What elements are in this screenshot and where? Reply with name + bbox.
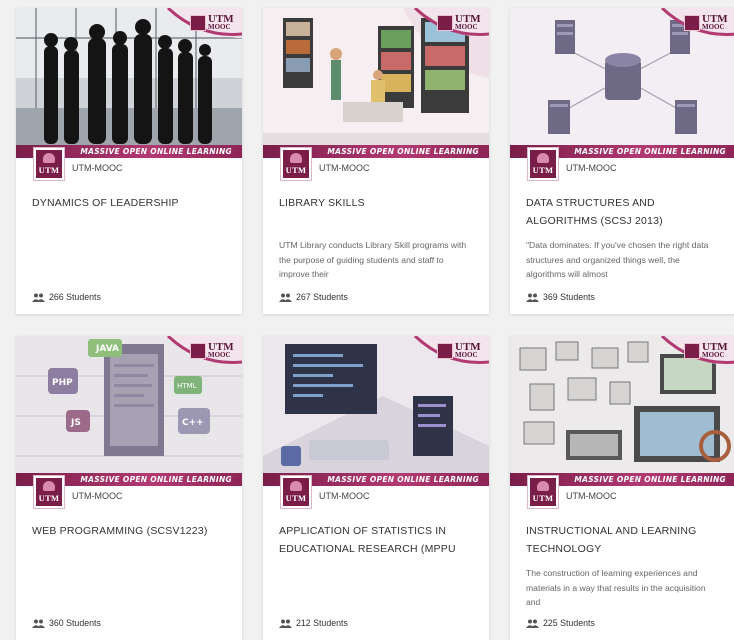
crest-icon bbox=[537, 153, 549, 163]
course-description bbox=[16, 226, 242, 280]
student-count: 267 Students bbox=[279, 292, 348, 302]
provider-name[interactable]: UTM-MOOC bbox=[319, 491, 370, 501]
crest-icon bbox=[43, 153, 55, 163]
student-count: 212 Students bbox=[279, 618, 348, 628]
users-icon bbox=[32, 619, 45, 628]
course-description: UTM Library conducts Library Skill progr… bbox=[279, 240, 467, 279]
course-image[interactable]: JAVA PHP JS HTML C++ UTM MOOC MASSIVE OPE… bbox=[16, 336, 242, 486]
student-count: 225 Students bbox=[526, 618, 595, 628]
svg-text:HTML: HTML bbox=[177, 382, 197, 390]
course-title[interactable]: DATA STRUCTURES AND ALGORITHMS (SCSJ 201… bbox=[510, 186, 734, 227]
course-title[interactable]: WEB PROGRAMMING (SCSV1223) bbox=[16, 514, 242, 554]
provider-logo[interactable]: UTM bbox=[281, 476, 311, 508]
utm-mooc-badge: UTM MOOC bbox=[190, 13, 238, 33]
crest-icon bbox=[290, 481, 302, 491]
provider-logo[interactable]: UTM bbox=[34, 476, 64, 508]
course-card[interactable]: UTM MOOC MASSIVE OPEN ONLINE LEARNING UTM… bbox=[510, 8, 734, 314]
svg-text:JAVA: JAVA bbox=[95, 344, 119, 354]
crest-icon bbox=[290, 153, 302, 163]
student-count: 369 Students bbox=[526, 292, 595, 302]
utm-mooc-badge: UTM MOOC bbox=[684, 13, 732, 33]
provider-row: UTM UTM-MOOC bbox=[263, 476, 489, 514]
course-description bbox=[263, 554, 489, 608]
provider-row: UTM UTM-MOOC bbox=[510, 148, 734, 186]
users-icon bbox=[279, 619, 292, 628]
provider-logo[interactable]: UTM bbox=[528, 148, 558, 180]
course-description bbox=[16, 554, 242, 608]
provider-name[interactable]: UTM-MOOC bbox=[72, 491, 123, 501]
course-image[interactable]: UTM MOOC MASSIVE OPEN ONLINE LEARNING bbox=[263, 336, 489, 486]
users-icon bbox=[279, 293, 292, 302]
student-count: 266 Students bbox=[32, 292, 101, 302]
provider-name[interactable]: UTM-MOOC bbox=[319, 163, 370, 173]
utm-seal-icon bbox=[190, 15, 206, 31]
course-title[interactable]: DYNAMICS OF LEADERSHIP bbox=[16, 186, 242, 226]
provider-name[interactable]: UTM-MOOC bbox=[566, 491, 617, 501]
svg-text:C++: C++ bbox=[182, 418, 204, 428]
course-image[interactable]: UTM MOOC MASSIVE OPEN ONLINE LEARNING bbox=[16, 8, 242, 158]
utm-mooc-badge: UTM MOOC bbox=[437, 13, 485, 33]
provider-row: UTM UTM-MOOC bbox=[16, 476, 242, 514]
provider-logo[interactable]: UTM bbox=[528, 476, 558, 508]
utm-mooc-badge: UTM MOOC bbox=[190, 341, 238, 361]
crest-icon bbox=[537, 481, 549, 491]
provider-row: UTM UTM-MOOC bbox=[16, 148, 242, 186]
course-title[interactable]: LIBRARY SKILLS bbox=[263, 186, 489, 226]
svg-text:PHP: PHP bbox=[52, 378, 73, 388]
svg-text:JS: JS bbox=[70, 418, 81, 428]
course-image[interactable]: UTM MOOC MASSIVE OPEN ONLINE LEARNING bbox=[510, 336, 734, 486]
utm-seal-icon bbox=[437, 15, 453, 31]
utm-seal-icon bbox=[684, 343, 700, 359]
course-description: "Data dominates. If you've chosen the ri… bbox=[526, 240, 709, 279]
utm-mooc-badge: UTM MOOC bbox=[684, 341, 732, 361]
utm-seal-icon bbox=[190, 343, 206, 359]
course-image[interactable]: UTM MOOC MASSIVE OPEN ONLINE LEARNING bbox=[263, 8, 489, 158]
provider-name[interactable]: UTM-MOOC bbox=[566, 163, 617, 173]
utm-mooc-badge: UTM MOOC bbox=[437, 341, 485, 361]
utm-seal-icon bbox=[684, 15, 700, 31]
course-card[interactable]: UTM MOOC MASSIVE OPEN ONLINE LEARNING UTM… bbox=[263, 8, 489, 314]
course-description: The construction of learning experiences… bbox=[526, 568, 706, 607]
course-card[interactable]: UTM MOOC MASSIVE OPEN ONLINE LEARNING UTM… bbox=[510, 336, 734, 640]
course-image[interactable]: UTM MOOC MASSIVE OPEN ONLINE LEARNING bbox=[510, 8, 734, 158]
provider-row: UTM UTM-MOOC bbox=[510, 476, 734, 514]
course-card[interactable]: UTM MOOC MASSIVE OPEN ONLINE LEARNING UTM… bbox=[263, 336, 489, 640]
course-title[interactable]: INSTRUCTIONAL AND LEARNING TECHNOLOGY bbox=[510, 514, 734, 555]
crest-icon bbox=[43, 481, 55, 491]
student-count: 360 Students bbox=[32, 618, 101, 628]
users-icon bbox=[526, 293, 539, 302]
users-icon bbox=[32, 293, 45, 302]
users-icon bbox=[526, 619, 539, 628]
provider-logo[interactable]: UTM bbox=[34, 148, 64, 180]
course-card[interactable]: JAVA PHP JS HTML C++ UTM MOOC MASSIVE OPE… bbox=[16, 336, 242, 640]
provider-row: UTM UTM-MOOC bbox=[263, 148, 489, 186]
course-card[interactable]: UTM MOOC MASSIVE OPEN ONLINE LEARNING UTM… bbox=[16, 8, 242, 314]
provider-name[interactable]: UTM-MOOC bbox=[72, 163, 123, 173]
utm-seal-icon bbox=[437, 343, 453, 359]
provider-logo[interactable]: UTM bbox=[281, 148, 311, 180]
course-title[interactable]: APPLICATION OF STATISTICS IN EDUCATIONAL… bbox=[263, 514, 489, 555]
